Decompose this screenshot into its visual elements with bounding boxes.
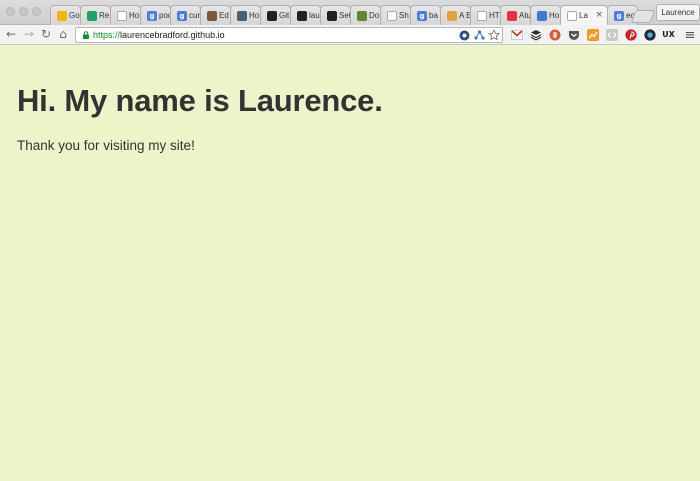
tab-title: ba xyxy=(429,11,438,20)
tab-title: Ho xyxy=(129,11,140,20)
analytics-icon[interactable] xyxy=(586,28,599,41)
browser-tab[interactable]: Ed xyxy=(200,5,231,25)
record-icon xyxy=(507,10,517,21)
browser-tab[interactable]: HT xyxy=(470,5,501,25)
url-host: laurencebradford.github.io xyxy=(120,30,225,40)
github-icon xyxy=(267,10,277,21)
page-icon xyxy=(387,10,397,21)
tab-title: Re xyxy=(99,11,110,20)
lightning-icon xyxy=(447,10,457,21)
code-view-icon[interactable] xyxy=(605,28,618,41)
google-search-icon: g xyxy=(147,10,157,21)
browser-tab[interactable]: Ho xyxy=(230,5,261,25)
address-bar[interactable]: https://laurencebradford.github.io xyxy=(75,27,503,43)
url-scheme: https:// xyxy=(93,30,121,40)
browser-tab[interactable]: La × xyxy=(560,5,608,25)
browser-tab[interactable]: g cur xyxy=(170,5,201,25)
buffer-stack-icon[interactable] xyxy=(529,28,542,41)
google-keep-icon xyxy=(57,10,67,21)
browser-tab[interactable]: Atu xyxy=(500,5,531,25)
page-content: Hi. My name is Laurence. Thank you for v… xyxy=(0,46,700,481)
menu-icon[interactable]: ≡ xyxy=(682,27,698,43)
tab-title: HT xyxy=(489,11,500,20)
tab-title: cur xyxy=(189,11,201,20)
browser-tab[interactable]: Re xyxy=(80,5,111,25)
reload-icon[interactable]: ↻ xyxy=(38,26,54,42)
avatar-icon xyxy=(207,10,217,21)
extension-badge-icon[interactable] xyxy=(458,29,470,41)
network-icon[interactable] xyxy=(473,29,485,41)
profile-button[interactable]: Laurence xyxy=(656,4,700,21)
browser-tab[interactable]: Do xyxy=(350,5,381,25)
tab-strip: GoReHogpoogcurEdHoGitlauSetDoShgbaA EHTA… xyxy=(0,0,700,25)
browser-tab[interactable]: Ho xyxy=(110,5,141,25)
tab-title: Git xyxy=(279,11,290,20)
tab-title: Ed xyxy=(219,11,229,20)
color-picker-icon[interactable] xyxy=(643,28,656,41)
browser-tab[interactable]: g ba xyxy=(410,5,441,25)
bookmark-star-icon[interactable] xyxy=(488,29,500,41)
browser-tab[interactable]: A E xyxy=(440,5,471,25)
tab-title: Ho xyxy=(249,11,260,20)
google-search-icon: g xyxy=(614,10,624,21)
avatar-icon xyxy=(237,10,247,21)
tab-title: Sh xyxy=(399,11,409,20)
browser-tab[interactable]: Sh xyxy=(380,5,411,25)
welcome-text: Thank you for visiting my site! xyxy=(17,138,195,153)
close-window-button[interactable] xyxy=(6,7,15,16)
pinterest-icon[interactable] xyxy=(624,28,637,41)
page-icon xyxy=(477,10,487,21)
browser-tab[interactable]: Go xyxy=(50,5,81,25)
gmail-icon[interactable] xyxy=(510,28,523,41)
tab-title: Do xyxy=(369,11,380,20)
tab-title: Go xyxy=(69,11,80,20)
google-search-icon: g xyxy=(177,10,187,21)
google-search-icon: g xyxy=(417,10,427,21)
tab-title: La xyxy=(579,11,588,20)
page-heading: Hi. My name is Laurence. xyxy=(17,83,383,118)
github-icon xyxy=(327,10,337,21)
browser-tab[interactable]: Git xyxy=(260,5,291,25)
document-icon xyxy=(357,10,367,21)
new-tab-button[interactable] xyxy=(630,10,656,23)
home-icon[interactable]: ⌂ xyxy=(55,26,71,42)
browser-window: GoReHogpoogcurEdHoGitlauSetDoShgbaA EHTA… xyxy=(0,0,700,481)
tab-list: GoReHogpoogcurEdHoGitlauSetDoShgbaA EHTA… xyxy=(50,5,638,25)
browser-tab[interactable]: Ho xyxy=(530,5,561,25)
page-icon xyxy=(567,10,577,21)
pocket-icon[interactable] xyxy=(567,28,580,41)
browser-tab[interactable]: Set xyxy=(320,5,351,25)
forward-icon[interactable]: → xyxy=(21,26,37,42)
adblock-icon[interactable] xyxy=(548,28,561,41)
back-icon[interactable]: ← xyxy=(3,26,19,42)
browser-toolbar: ← → ↻ ⌂ https://laurencebradford.github.… xyxy=(0,25,700,45)
ux-check-icon[interactable]: UX xyxy=(662,28,675,41)
browser-tab[interactable]: lau xyxy=(290,5,321,25)
tab-title: Ho xyxy=(549,11,560,20)
browser-tab[interactable]: gpoo xyxy=(140,5,171,25)
google-drive-icon xyxy=(87,10,97,21)
omnibox-actions xyxy=(458,29,500,41)
url-text[interactable]: https://laurencebradford.github.io xyxy=(93,29,225,42)
wave-icon xyxy=(537,10,547,21)
minimize-window-button[interactable] xyxy=(19,7,28,16)
tab-title: lau xyxy=(309,11,320,20)
close-tab-icon[interactable]: × xyxy=(595,10,603,20)
page-icon xyxy=(117,10,127,21)
github-icon xyxy=(297,10,307,21)
lock-icon xyxy=(83,31,89,39)
profile-name: Laurence xyxy=(661,8,695,17)
zoom-window-button[interactable] xyxy=(32,7,41,16)
